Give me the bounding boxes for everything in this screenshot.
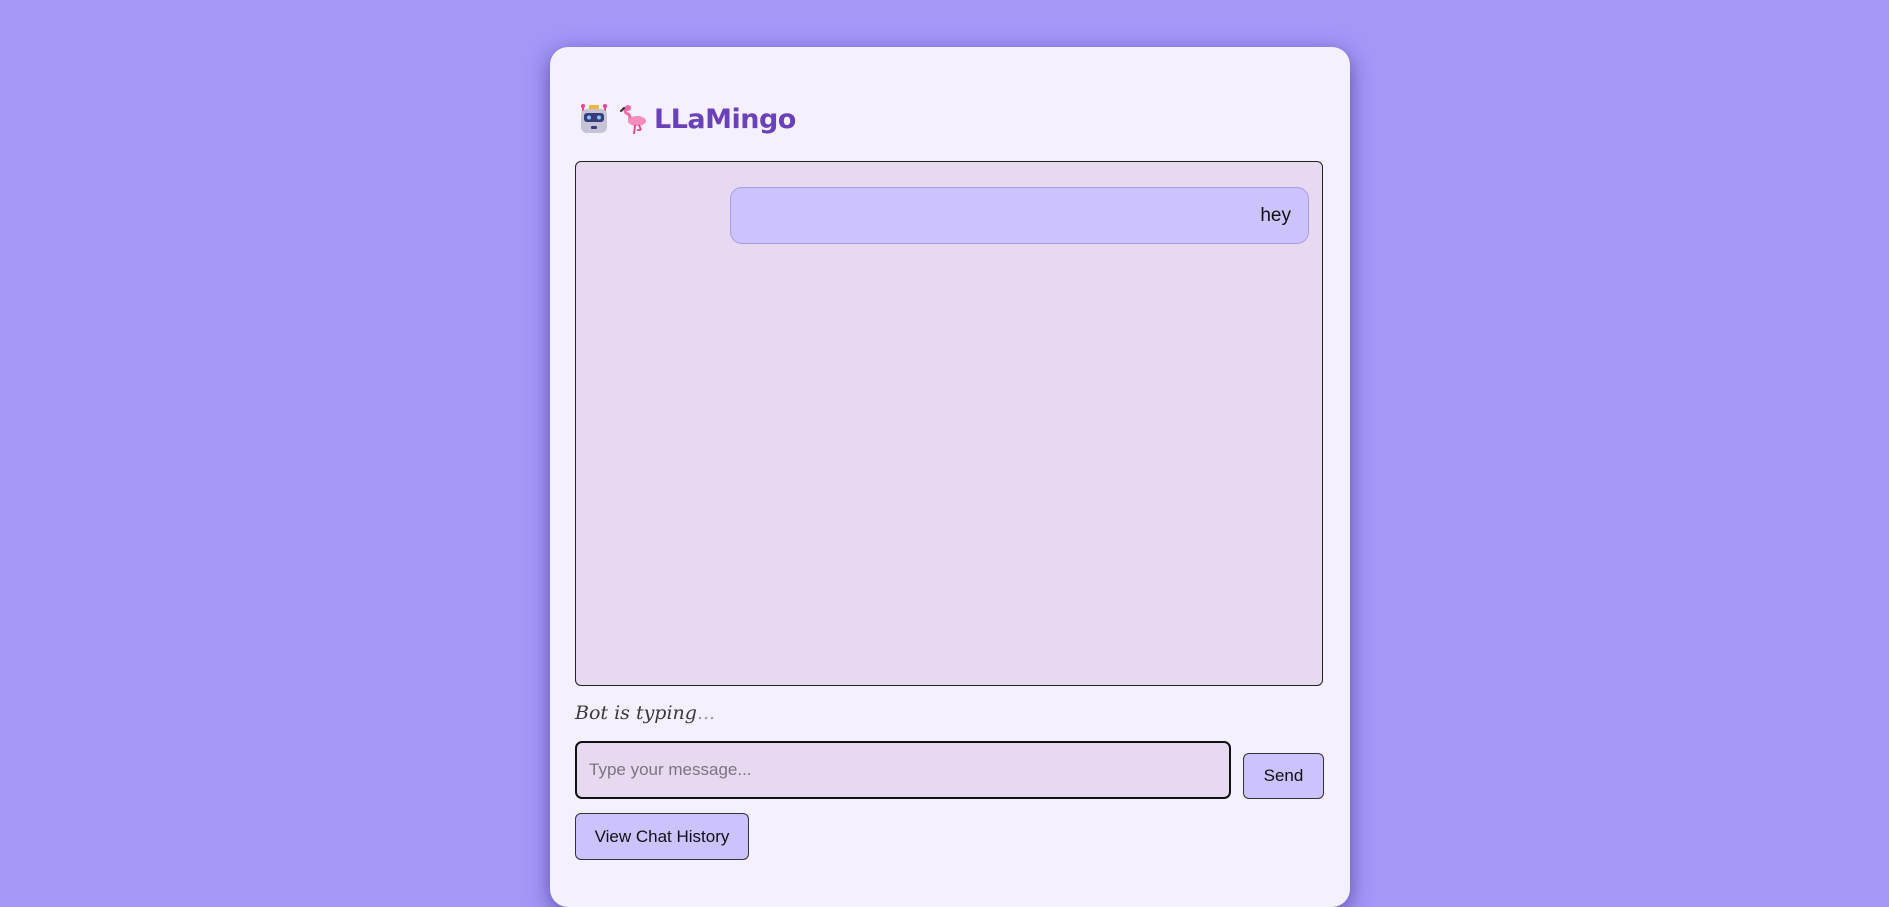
typing-text: Bot is typing (575, 702, 697, 724)
typing-indicator: Bot is typing... (575, 702, 715, 724)
chat-card: LLaMingo hey Bot is typing... Send View … (550, 47, 1350, 907)
typing-dots: ... (696, 702, 716, 724)
chat-window[interactable]: hey (575, 161, 1323, 686)
robot-icon (578, 103, 610, 135)
user-message-bubble: hey (730, 187, 1309, 244)
send-button[interactable]: Send (1243, 753, 1324, 799)
flamingo-icon (620, 103, 648, 135)
message-input[interactable] (575, 741, 1231, 799)
app-header: LLaMingo (578, 99, 796, 139)
page-title: LLaMingo (654, 103, 796, 135)
view-chat-history-button[interactable]: View Chat History (575, 813, 749, 860)
